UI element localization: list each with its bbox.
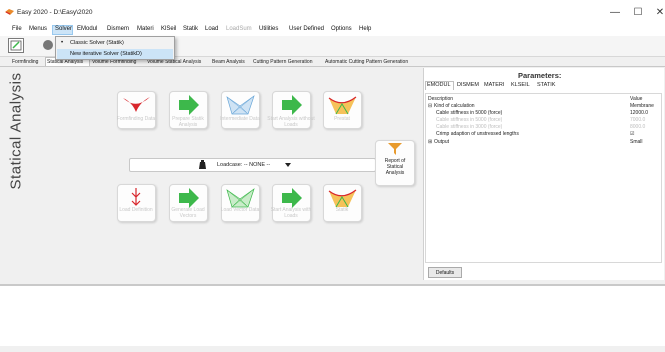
ptab-statik[interactable]: STATIK bbox=[537, 82, 555, 88]
checked-bullet-icon: • bbox=[61, 40, 64, 46]
ptab-materi[interactable]: MATERI bbox=[484, 82, 504, 88]
title-bar bbox=[0, 0, 665, 24]
weight-icon bbox=[199, 160, 206, 169]
iterative-solver-item[interactable]: New iterative Solver (StatikD) bbox=[57, 49, 173, 59]
property-value[interactable]: 7000.0 bbox=[630, 117, 645, 123]
menu-file[interactable]: File bbox=[12, 26, 22, 32]
green-arrow-icon bbox=[282, 95, 302, 115]
classic-solver-label: Classic Solver (Statik) bbox=[70, 40, 124, 46]
side-title-text: Statical Analysis bbox=[7, 72, 25, 190]
property-value[interactable]: Small bbox=[630, 139, 643, 145]
app-logo-icon bbox=[5, 9, 14, 15]
load-definition-label: Load Definition bbox=[119, 207, 153, 213]
property-label: Output bbox=[434, 139, 450, 145]
iterative-solver-label: New iterative Solver (StatikD) bbox=[70, 51, 142, 57]
property-label: Cable stiffness in 5000 (force) bbox=[436, 110, 503, 116]
property-label: Cable stiffness in 5000 (force) bbox=[436, 117, 503, 123]
edit-icon bbox=[10, 40, 22, 51]
ptab-klseil[interactable]: KLSEIL bbox=[511, 82, 530, 88]
expander-icon[interactable]: ⊞ bbox=[428, 139, 432, 145]
menu-help[interactable]: Help bbox=[359, 26, 371, 32]
green-arrow-icon bbox=[179, 95, 199, 115]
expander-icon[interactable]: ⊟ bbox=[428, 103, 432, 109]
menu-utilities[interactable]: Utilities bbox=[259, 26, 278, 32]
output-area bbox=[0, 286, 665, 352]
property-value[interactable]: 12000.0 bbox=[630, 110, 648, 116]
toolbar-round-button[interactable] bbox=[43, 40, 53, 50]
loadcase-label: Loadcase: -- NONE -- bbox=[217, 162, 271, 168]
green-arrow-icon bbox=[282, 188, 302, 208]
menu-klseil[interactable]: KlSeil bbox=[161, 26, 176, 32]
ptab-dismem[interactable]: DISMEM bbox=[457, 82, 479, 88]
statik-label: Statik bbox=[335, 207, 349, 213]
intermediate-data-label: Intermediate Data bbox=[220, 116, 260, 122]
property-value[interactable]: 8000.0 bbox=[630, 124, 645, 130]
intermediate-data-button[interactable] bbox=[221, 91, 260, 129]
load-vector-data-button[interactable] bbox=[221, 184, 260, 222]
property-value[interactable]: ☑ bbox=[630, 131, 634, 137]
mesh-green-icon bbox=[226, 188, 255, 208]
formfinding-data-label: Formfinding Data bbox=[116, 116, 156, 122]
stress-colored-icon bbox=[328, 96, 357, 115]
tab-formfinding[interactable]: Formfinding bbox=[12, 59, 38, 65]
start-analysis-with-loads-label: Start Analysis with Loads bbox=[270, 207, 312, 219]
close-button[interactable]: ✕ bbox=[648, 4, 665, 22]
menu-options[interactable]: Options bbox=[331, 26, 352, 32]
formfinding-data-button[interactable] bbox=[117, 91, 156, 129]
prestat-button[interactable] bbox=[323, 91, 362, 129]
classic-solver-item[interactable]: • Classic Solver (Statik) bbox=[57, 38, 173, 48]
tab-automatic-cutting-pattern-generation[interactable]: Automatic Cutting Pattern Generation bbox=[325, 59, 408, 65]
tab-cutting-pattern-generation[interactable]: Cutting Pattern Generation bbox=[253, 59, 312, 65]
green-arrow-icon bbox=[179, 188, 199, 208]
property-value[interactable]: Membrane bbox=[630, 103, 654, 109]
menu-dismem[interactable]: Dismem bbox=[107, 26, 129, 32]
defaults-button[interactable]: Defaults bbox=[428, 267, 462, 278]
load-arrows-icon bbox=[131, 188, 141, 206]
window-title: Easy 2020 - D:\Easy\2020 bbox=[17, 9, 93, 16]
prepare-statik-analysis-label: Prepare Statik Analysis bbox=[172, 116, 204, 128]
menu-loadsum[interactable]: LoadSum bbox=[226, 26, 252, 32]
menu-load[interactable]: Load bbox=[205, 26, 218, 32]
menu-emodul[interactable]: EModul bbox=[77, 26, 97, 32]
report-label: Report of Statical Analysis bbox=[384, 158, 406, 176]
menu-statik[interactable]: Statik bbox=[183, 26, 198, 32]
property-label: Crimp adaption of unstressed lengths bbox=[436, 131, 519, 137]
column-header-description: Description bbox=[428, 96, 454, 102]
solver-dropdown: • Classic Solver (Statik) New iterative … bbox=[55, 36, 175, 60]
menu-materi[interactable]: Materi bbox=[137, 26, 154, 32]
prestat-label: Prestat bbox=[334, 116, 350, 122]
property-label: Kind of calculation bbox=[434, 103, 475, 109]
column-header-value: Value bbox=[630, 96, 643, 102]
maximize-button[interactable]: ☐ bbox=[626, 4, 650, 22]
property-label: Cable stiffness in 3000 (force) bbox=[436, 124, 503, 130]
load-definition-button[interactable] bbox=[117, 184, 156, 222]
side-title: Statical Analysis bbox=[6, 72, 26, 190]
tab-beam-analysis[interactable]: Beam Analysis bbox=[212, 59, 245, 65]
membrane-red-icon bbox=[123, 97, 150, 112]
load-vector-data-label: Load Vector Data bbox=[220, 207, 260, 213]
chevron-down-icon[interactable] bbox=[285, 163, 291, 167]
stress-colored-icon bbox=[328, 189, 357, 208]
start-analysis-without-loads-label: Start Analysis without Loads bbox=[267, 116, 315, 128]
menu-solver[interactable]: Solver bbox=[55, 26, 72, 32]
funnel-icon bbox=[388, 143, 402, 155]
generate-load-vectors-label: Generate Load Vectors bbox=[171, 207, 205, 219]
statik-button[interactable] bbox=[323, 184, 362, 222]
menu-menus[interactable]: Menus bbox=[29, 26, 47, 32]
mesh-blue-icon bbox=[226, 95, 255, 115]
ptab-emodul[interactable]: EMODUL bbox=[427, 82, 451, 88]
toolbar-edit-button[interactable] bbox=[8, 38, 24, 53]
minimize-button[interactable]: — bbox=[603, 4, 627, 22]
status-bar bbox=[0, 346, 665, 352]
menu-user-defined[interactable]: User Defined bbox=[289, 26, 324, 32]
parameters-title: Parameters: bbox=[518, 71, 562, 80]
